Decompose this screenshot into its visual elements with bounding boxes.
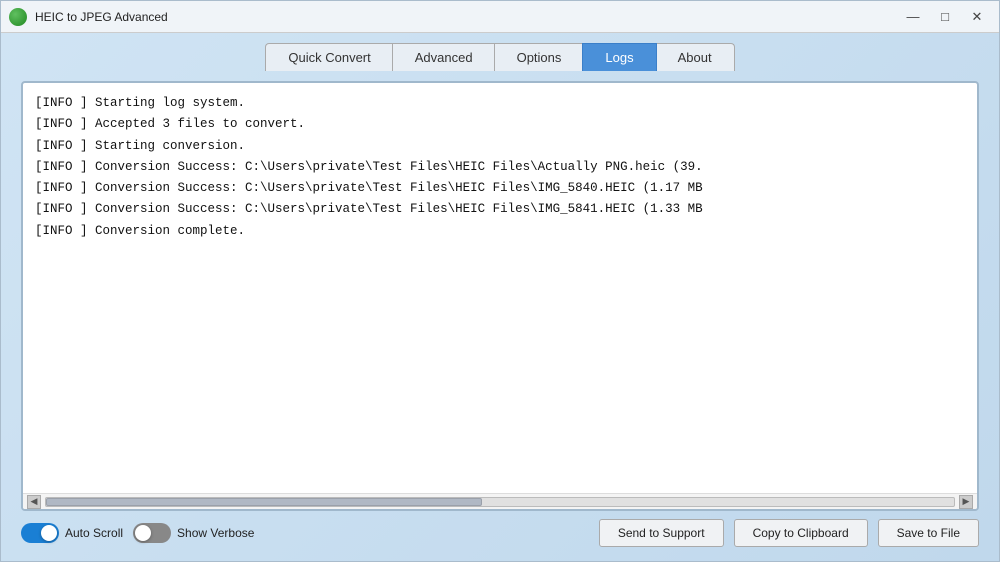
tab-logs[interactable]: Logs xyxy=(582,43,656,71)
copy-to-clipboard-button[interactable]: Copy to Clipboard xyxy=(734,519,868,547)
list-item: [INFO ] Conversion Success: C:\Users\pri… xyxy=(35,178,965,199)
tab-options[interactable]: Options xyxy=(494,43,585,71)
maximize-button[interactable]: □ xyxy=(931,7,959,27)
save-to-file-button[interactable]: Save to File xyxy=(878,519,979,547)
window-title: HEIC to JPEG Advanced xyxy=(35,10,899,24)
show-verbose-toggle[interactable] xyxy=(133,523,171,543)
list-item: [INFO ] Starting log system. xyxy=(35,93,965,114)
scroll-right-arrow[interactable]: ▶ xyxy=(959,495,973,509)
close-button[interactable]: ✕ xyxy=(963,7,991,27)
list-item: [INFO ] Conversion Success: C:\Users\pri… xyxy=(35,157,965,178)
main-content: [INFO ] Starting log system. [INFO ] Acc… xyxy=(1,71,999,561)
horizontal-scrollbar[interactable]: ◀ ▶ xyxy=(23,493,977,509)
list-item: [INFO ] Starting conversion. xyxy=(35,136,965,157)
show-verbose-group: Show Verbose xyxy=(133,523,254,543)
auto-scroll-group: Auto Scroll xyxy=(21,523,123,543)
auto-scroll-knob xyxy=(41,525,57,541)
bottom-bar: Auto Scroll Show Verbose Send to Support… xyxy=(21,511,979,551)
title-bar: HEIC to JPEG Advanced — □ ✕ xyxy=(1,1,999,33)
list-item: [INFO ] Accepted 3 files to convert. xyxy=(35,114,965,135)
scroll-thumb[interactable] xyxy=(46,498,482,506)
list-item: [INFO ] Conversion Success: C:\Users\pri… xyxy=(35,199,965,220)
list-item: [INFO ] Conversion complete. xyxy=(35,221,965,242)
tab-advanced[interactable]: Advanced xyxy=(392,43,496,71)
auto-scroll-toggle[interactable] xyxy=(21,523,59,543)
send-to-support-button[interactable]: Send to Support xyxy=(599,519,724,547)
tab-quick-convert[interactable]: Quick Convert xyxy=(265,43,393,71)
tabs-bar: Quick Convert Advanced Options Logs Abou… xyxy=(1,33,999,71)
log-panel: [INFO ] Starting log system. [INFO ] Acc… xyxy=(21,81,979,511)
scroll-left-arrow[interactable]: ◀ xyxy=(27,495,41,509)
minimize-button[interactable]: — xyxy=(899,7,927,27)
app-window: HEIC to JPEG Advanced — □ ✕ Quick Conver… xyxy=(0,0,1000,562)
app-icon xyxy=(9,8,27,26)
tab-about[interactable]: About xyxy=(655,43,735,71)
show-verbose-label: Show Verbose xyxy=(177,526,254,540)
scroll-track[interactable] xyxy=(45,497,955,507)
auto-scroll-label: Auto Scroll xyxy=(65,526,123,540)
show-verbose-knob xyxy=(135,525,151,541)
window-controls: — □ ✕ xyxy=(899,7,991,27)
log-content[interactable]: [INFO ] Starting log system. [INFO ] Acc… xyxy=(23,83,977,493)
